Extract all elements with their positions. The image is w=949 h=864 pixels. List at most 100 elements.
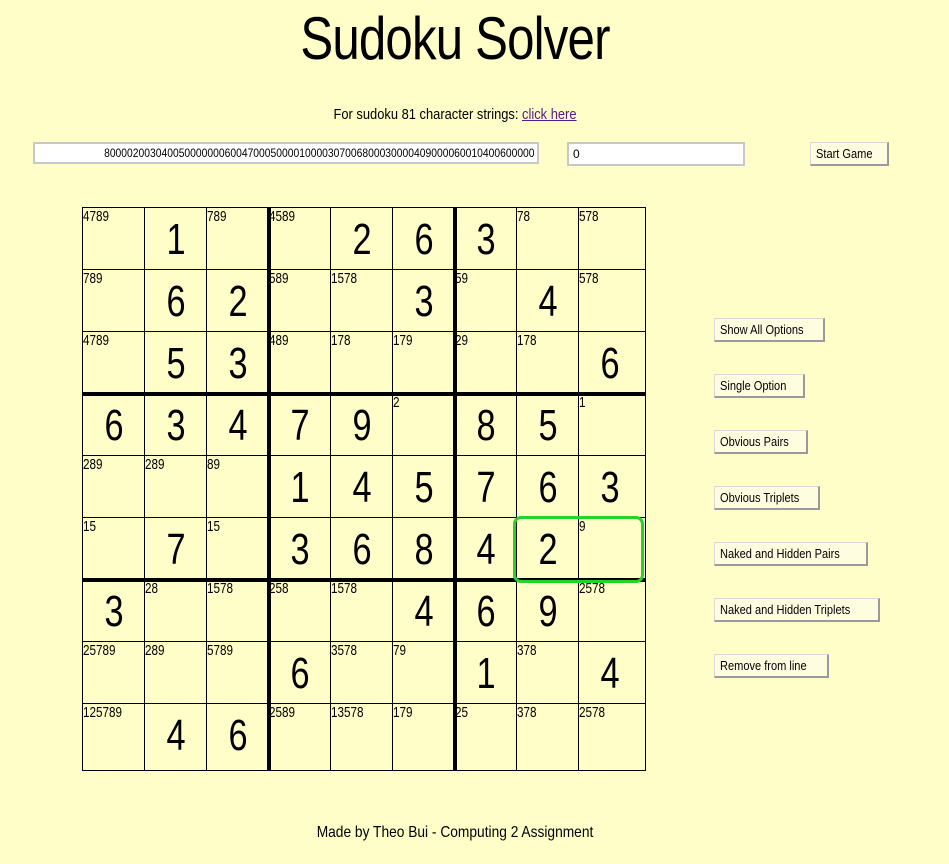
sudoku-cell-r4c5[interactable]: 9 <box>331 394 393 456</box>
sudoku-cell-r4c7[interactable]: 8 <box>455 394 517 456</box>
cell-candidates: 2589 <box>269 704 296 721</box>
sudoku-cell-r5c3[interactable]: 89 <box>207 456 269 518</box>
sudoku-cell-r6c1[interactable]: 15 <box>83 518 145 580</box>
sudoku-cell-r4c9[interactable]: 1 <box>579 394 641 456</box>
sudoku-cell-r8c7[interactable]: 1 <box>455 642 517 704</box>
sudoku-cell-r6c7[interactable]: 4 <box>455 518 517 580</box>
sudoku-cell-r5c5[interactable]: 4 <box>331 456 393 518</box>
sudoku-cell-r8c3[interactable]: 5789 <box>207 642 269 704</box>
sudoku-cell-r2c1[interactable]: 789 <box>83 270 145 332</box>
cell-value: 6 <box>290 649 310 698</box>
solver-button-show-all-options[interactable]: Show All Options <box>714 318 826 342</box>
sudoku-cell-r1c8[interactable]: 78 <box>517 208 579 270</box>
sudoku-cell-r1c9[interactable]: 578 <box>579 208 641 270</box>
sudoku-cell-r2c7[interactable]: 59 <box>455 270 517 332</box>
sudoku-cell-r7c5[interactable]: 1578 <box>331 580 393 642</box>
start-game-button[interactable]: Start Game <box>810 142 890 166</box>
sudoku-cell-r6c8[interactable]: 2 <box>517 518 579 580</box>
sudoku-cell-r6c6[interactable]: 8 <box>393 518 455 580</box>
solver-button-remove-from-line[interactable]: Remove from line <box>714 654 829 678</box>
sudoku-cell-r9c4[interactable]: 2589 <box>269 704 331 766</box>
sudoku-cell-r5c9[interactable]: 3 <box>579 456 641 518</box>
sudoku-cell-r9c1[interactable]: 125789 <box>83 704 145 766</box>
sudoku-cell-r5c1[interactable]: 289 <box>83 456 145 518</box>
sudoku-cell-r1c5[interactable]: 2 <box>331 208 393 270</box>
sudoku-cell-r2c4[interactable]: 589 <box>269 270 331 332</box>
sudoku-cell-r8c1[interactable]: 25789 <box>83 642 145 704</box>
sudoku-cell-r8c8[interactable]: 378 <box>517 642 579 704</box>
sudoku-cell-r1c6[interactable]: 6 <box>393 208 455 270</box>
sudoku-cell-r8c2[interactable]: 289 <box>145 642 207 704</box>
sudoku-cell-r1c2[interactable]: 1 <box>145 208 207 270</box>
sudoku-cell-r2c6[interactable]: 3 <box>393 270 455 332</box>
sudoku-cell-r9c7[interactable]: 25 <box>455 704 517 766</box>
sudoku-cell-r4c1[interactable]: 6 <box>83 394 145 456</box>
subtitle-text: For sudoku 81 character strings: <box>333 106 523 123</box>
sudoku-cell-r7c6[interactable]: 4 <box>393 580 455 642</box>
sudoku-cell-r2c2[interactable]: 6 <box>145 270 207 332</box>
sudoku-cell-r4c4[interactable]: 7 <box>269 394 331 456</box>
solver-button-obvious-triplets[interactable]: Obvious Triplets <box>714 486 821 510</box>
sudoku-cell-r5c2[interactable]: 289 <box>145 456 207 518</box>
sudoku-cell-r7c1[interactable]: 3 <box>83 580 145 642</box>
sudoku-cell-r2c8[interactable]: 4 <box>517 270 579 332</box>
sudoku-cell-r7c9[interactable]: 2578 <box>579 580 641 642</box>
solver-button-naked-and-hidden-pairs[interactable]: Naked and Hidden Pairs <box>714 542 868 566</box>
sudoku-cell-r7c3[interactable]: 1578 <box>207 580 269 642</box>
sudoku-cell-r9c8[interactable]: 378 <box>517 704 579 766</box>
sudoku-cell-r5c8[interactable]: 6 <box>517 456 579 518</box>
click-here-link[interactable]: click here <box>522 106 576 123</box>
sudoku-cell-r2c9[interactable]: 578 <box>579 270 641 332</box>
sudoku-cell-r9c3[interactable]: 6 <box>207 704 269 766</box>
solver-button-obvious-pairs[interactable]: Obvious Pairs <box>714 430 808 454</box>
sudoku-cell-r4c6[interactable]: 2 <box>393 394 455 456</box>
solver-button-naked-and-hidden-triplets[interactable]: Naked and Hidden Triplets <box>714 598 881 622</box>
sudoku-cell-r4c3[interactable]: 4 <box>207 394 269 456</box>
sudoku-cell-r3c5[interactable]: 178 <box>331 332 393 394</box>
number-input[interactable]: 0 <box>567 142 745 166</box>
sudoku-cell-r5c4[interactable]: 1 <box>269 456 331 518</box>
sudoku-cell-r3c4[interactable]: 489 <box>269 332 331 394</box>
sudoku-cell-r8c4[interactable]: 6 <box>269 642 331 704</box>
sudoku-cell-r3c9[interactable]: 6 <box>579 332 641 394</box>
sudoku-cell-r3c8[interactable]: 178 <box>517 332 579 394</box>
sudoku-cell-r8c9[interactable]: 4 <box>579 642 641 704</box>
sudoku-cell-r9c5[interactable]: 13578 <box>331 704 393 766</box>
sudoku-cell-r3c3[interactable]: 3 <box>207 332 269 394</box>
sudoku-cell-r9c2[interactable]: 4 <box>145 704 207 766</box>
sudoku-cell-r1c4[interactable]: 4589 <box>269 208 331 270</box>
sudoku-cell-r2c3[interactable]: 2 <box>207 270 269 332</box>
solver-button-single-option[interactable]: Single Option <box>714 374 806 398</box>
sudoku-cell-r8c6[interactable]: 79 <box>393 642 455 704</box>
sudoku-cell-r6c3[interactable]: 15 <box>207 518 269 580</box>
sudoku-cell-r7c4[interactable]: 258 <box>269 580 331 642</box>
sudoku-cell-r5c7[interactable]: 7 <box>455 456 517 518</box>
sudoku-cell-r3c1[interactable]: 4789 <box>83 332 145 394</box>
puzzle-string-input[interactable]: 8000020030400500000006004700050000100003… <box>33 142 539 164</box>
sudoku-cell-r7c7[interactable]: 6 <box>455 580 517 642</box>
sudoku-cell-r1c3[interactable]: 789 <box>207 208 269 270</box>
sudoku-cell-r3c2[interactable]: 5 <box>145 332 207 394</box>
sudoku-cell-r5c6[interactable]: 5 <box>393 456 455 518</box>
sudoku-cell-r4c8[interactable]: 5 <box>517 394 579 456</box>
cell-value: 3 <box>104 587 124 636</box>
sudoku-cell-r1c7[interactable]: 3 <box>455 208 517 270</box>
sudoku-cell-r6c2[interactable]: 7 <box>145 518 207 580</box>
sudoku-cell-r9c9[interactable]: 2578 <box>579 704 641 766</box>
sudoku-cell-r3c6[interactable]: 179 <box>393 332 455 394</box>
sudoku-cell-r6c4[interactable]: 3 <box>269 518 331 580</box>
sudoku-cell-r3c7[interactable]: 29 <box>455 332 517 394</box>
cell-value: 6 <box>228 711 248 760</box>
sudoku-cell-r8c5[interactable]: 3578 <box>331 642 393 704</box>
sudoku-cell-r1c1[interactable]: 4789 <box>83 208 145 270</box>
page: Sudoku Solver For sudoku 81 character st… <box>0 0 949 864</box>
sudoku-cell-r7c2[interactable]: 28 <box>145 580 207 642</box>
sudoku-cell-r6c9[interactable]: 9 <box>579 518 641 580</box>
sudoku-cell-r9c6[interactable]: 179 <box>393 704 455 766</box>
sudoku-cell-r6c5[interactable]: 6 <box>331 518 393 580</box>
sudoku-cell-r2c5[interactable]: 1578 <box>331 270 393 332</box>
sudoku-cell-r4c2[interactable]: 3 <box>145 394 207 456</box>
cell-value: 1 <box>290 463 310 512</box>
cell-value: 3 <box>228 339 248 388</box>
sudoku-cell-r7c8[interactable]: 9 <box>517 580 579 642</box>
